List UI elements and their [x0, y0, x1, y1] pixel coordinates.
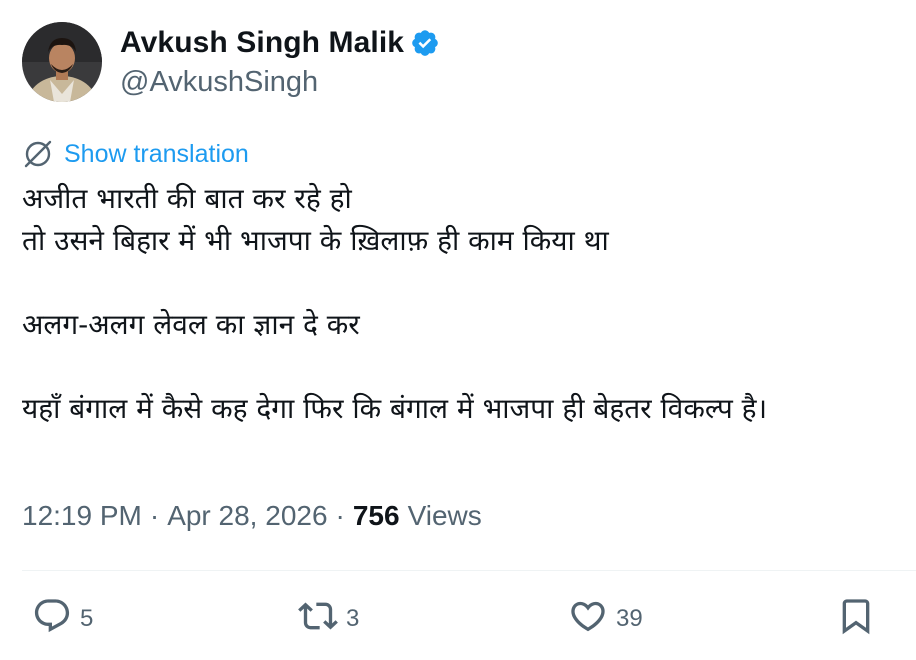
tweet-date[interactable]: Apr 28, 2026 [167, 500, 327, 532]
author-handle[interactable]: @AvkushSingh [120, 66, 440, 99]
reply-count: 5 [80, 604, 94, 632]
views-count: 756 [352, 500, 400, 531]
avatar[interactable] [22, 22, 102, 102]
tweet-text: अजीत भारती की बात कर रहे हो तो उसने बिहा… [22, 178, 902, 430]
tweet-meta: 12:19 PM · Apr 28, 2026 · 756 Views [22, 500, 482, 532]
author-names: Avkush Singh Malik @AvkushSingh [120, 26, 440, 99]
retweet-count: 3 [346, 604, 360, 632]
divider [22, 570, 916, 571]
like-button[interactable]: 39 [568, 596, 643, 641]
action-bar: 5 3 39 [22, 596, 880, 642]
meta-separator: · [335, 500, 345, 531]
bookmark-icon [836, 596, 876, 641]
show-translation-button[interactable]: Show translation [22, 138, 249, 170]
tweet-time[interactable]: 12:19 PM [22, 500, 142, 532]
like-count: 39 [616, 604, 643, 632]
name-row: Avkush Singh Malik [120, 26, 440, 60]
tweet-line: अलग-अलग लेवल का ज्ञान दे कर [22, 308, 360, 341]
translate-icon [22, 138, 54, 170]
verified-badge-icon[interactable] [410, 28, 440, 58]
tweet-line: तो उसने बिहार में भी भाजपा के ख़िलाफ़ ही… [22, 224, 609, 257]
bookmark-button[interactable] [836, 596, 876, 641]
meta-separator: · [149, 500, 160, 531]
author-display-name[interactable]: Avkush Singh Malik [120, 26, 404, 60]
retweet-icon [298, 596, 338, 641]
reply-button[interactable]: 5 [32, 596, 93, 641]
tweet-line: यहाँ बंगाल में कैसे कह देगा फिर कि बंगाल… [22, 392, 768, 425]
reply-icon [32, 596, 72, 641]
show-translation-label: Show translation [64, 139, 249, 168]
like-icon [568, 596, 608, 641]
tweet-line: अजीत भारती की बात कर रहे हो [22, 182, 352, 215]
retweet-button[interactable]: 3 [298, 596, 359, 641]
tweet-header: Avkush Singh Malik @AvkushSingh [22, 22, 440, 102]
views-label: Views [407, 500, 482, 531]
